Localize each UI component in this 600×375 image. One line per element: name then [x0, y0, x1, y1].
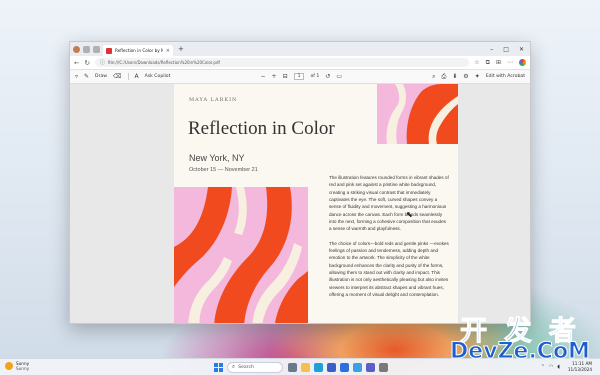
exhibit-city: New York, NY — [189, 153, 245, 163]
view-icon[interactable]: ▭ — [336, 73, 342, 80]
teams-icon[interactable] — [366, 363, 375, 372]
paragraph: The illustration features rounded forms … — [329, 175, 449, 232]
taskbar-apps — [288, 363, 388, 372]
address-tools: ☆ ⧉ ⊞ ⋯ — [474, 58, 526, 67]
acrobat-icon[interactable]: ✦ — [475, 73, 480, 80]
print-icon[interactable]: ⎙ — [441, 73, 446, 81]
tab-title: Reflection in Color by Maya Lark... — [115, 48, 163, 53]
pdf-toolbar: ▿ ✎ Draw ⌫ A Ask Copilot − + ⊟ 1 of 1 ↺ … — [70, 70, 530, 84]
artwork-top — [377, 84, 458, 144]
copilot-icon[interactable] — [519, 58, 526, 66]
mail-icon[interactable] — [340, 363, 349, 372]
read-aloud-icon[interactable]: A — [135, 73, 139, 80]
taskbar-search[interactable]: ⌕ Search — [227, 362, 283, 373]
zoom-in-button[interactable]: + — [272, 73, 277, 80]
workspaces-icon[interactable] — [83, 45, 90, 53]
split-screen-icon[interactable]: ⧉ — [486, 59, 490, 67]
settings-app-icon[interactable] — [379, 363, 388, 372]
page-total: of 1 — [310, 74, 320, 79]
description-text: The illustration features rounded forms … — [329, 174, 449, 306]
url-text: file:///C:/Users/Downloads/Reflection%20… — [107, 60, 220, 65]
watermark: 开 发 者 DevZe.CoM — [440, 309, 600, 367]
paragraph: The choice of colors—bold reds and gentl… — [329, 240, 449, 298]
minimize-icon[interactable]: – — [490, 46, 493, 53]
draw-button[interactable]: Draw — [95, 74, 107, 79]
watermark-line-2: DevZe.CoM — [450, 339, 591, 365]
refresh-icon[interactable]: ↻ — [84, 59, 89, 67]
save-icon[interactable]: ⬇ — [452, 73, 457, 80]
fit-page-icon[interactable]: ⊟ — [283, 73, 288, 80]
task-view-icon[interactable] — [288, 363, 297, 372]
zoom-out-button[interactable]: − — [261, 73, 266, 80]
close-window-icon[interactable]: ✕ — [519, 46, 524, 53]
search-pdf-icon[interactable]: ⌕ — [432, 73, 435, 81]
back-icon[interactable]: ← — [74, 59, 79, 67]
pdf-viewer[interactable]: MAYA LARKIN Reflection in Color New York… — [70, 84, 530, 323]
mouse-cursor-icon: ⬉ — [406, 210, 413, 219]
pdf-favicon-icon — [106, 47, 112, 54]
browser-window: Reflection in Color by Maya Lark... × + … — [69, 41, 531, 324]
clock-date: 11/13/2024 — [567, 366, 592, 372]
window-controls: – □ ✕ — [490, 46, 530, 53]
rotate-icon[interactable]: ↺ — [325, 73, 330, 80]
pdf-page: MAYA LARKIN Reflection in Color New York… — [174, 84, 458, 323]
edit-with-acrobat-button[interactable]: Edit with Acrobat — [486, 74, 525, 79]
highlight-icon[interactable]: ▿ — [75, 73, 78, 80]
address-bar: ← ↻ ⓘ file:///C:/Users/Downloads/Reflect… — [70, 56, 530, 70]
new-tab-icon[interactable]: + — [178, 45, 184, 53]
edge-icon[interactable] — [314, 363, 323, 372]
tab-active[interactable]: Reflection in Color by Maya Lark... × — [103, 45, 173, 56]
author-name: MAYA LARKIN — [189, 97, 238, 103]
weather-desc: Sunny — [16, 366, 30, 371]
profile-icon[interactable] — [73, 45, 80, 53]
search-icon: ⌕ — [232, 364, 236, 370]
store-icon[interactable] — [327, 363, 336, 372]
exhibit-dates: October 15 — November 21 — [189, 167, 258, 173]
separator — [127, 73, 129, 80]
weather-widget[interactable]: Sunny Sunny — [5, 361, 29, 371]
artwork-main — [174, 187, 308, 323]
tab-bar: Reflection in Color by Maya Lark... × + … — [70, 42, 530, 56]
sun-icon — [5, 362, 13, 370]
search-placeholder: Search — [238, 365, 254, 370]
ask-copilot-button[interactable]: Ask Copilot — [145, 74, 171, 79]
document-title: Reflection in Color — [188, 118, 335, 139]
file-icon: ⓘ — [99, 60, 105, 66]
draw-icon[interactable]: ✎ — [84, 73, 89, 80]
erase-icon[interactable]: ⌫ — [113, 73, 121, 80]
collections-icon[interactable]: ⊞ — [496, 59, 501, 67]
settings-icon[interactable]: ⚙ — [463, 73, 468, 80]
close-tab-icon[interactable]: × — [166, 48, 170, 54]
start-button[interactable] — [214, 363, 223, 372]
file-explorer-icon[interactable] — [301, 363, 310, 372]
tab-actions-icon[interactable] — [93, 45, 100, 53]
maximize-icon[interactable]: □ — [503, 46, 509, 53]
photos-icon[interactable] — [353, 363, 362, 372]
page-number-input[interactable]: 1 — [293, 73, 305, 80]
more-icon[interactable]: ⋯ — [507, 59, 513, 67]
url-field[interactable]: ⓘ file:///C:/Users/Downloads/Reflection%… — [94, 58, 470, 67]
favorite-icon[interactable]: ☆ — [474, 59, 479, 67]
